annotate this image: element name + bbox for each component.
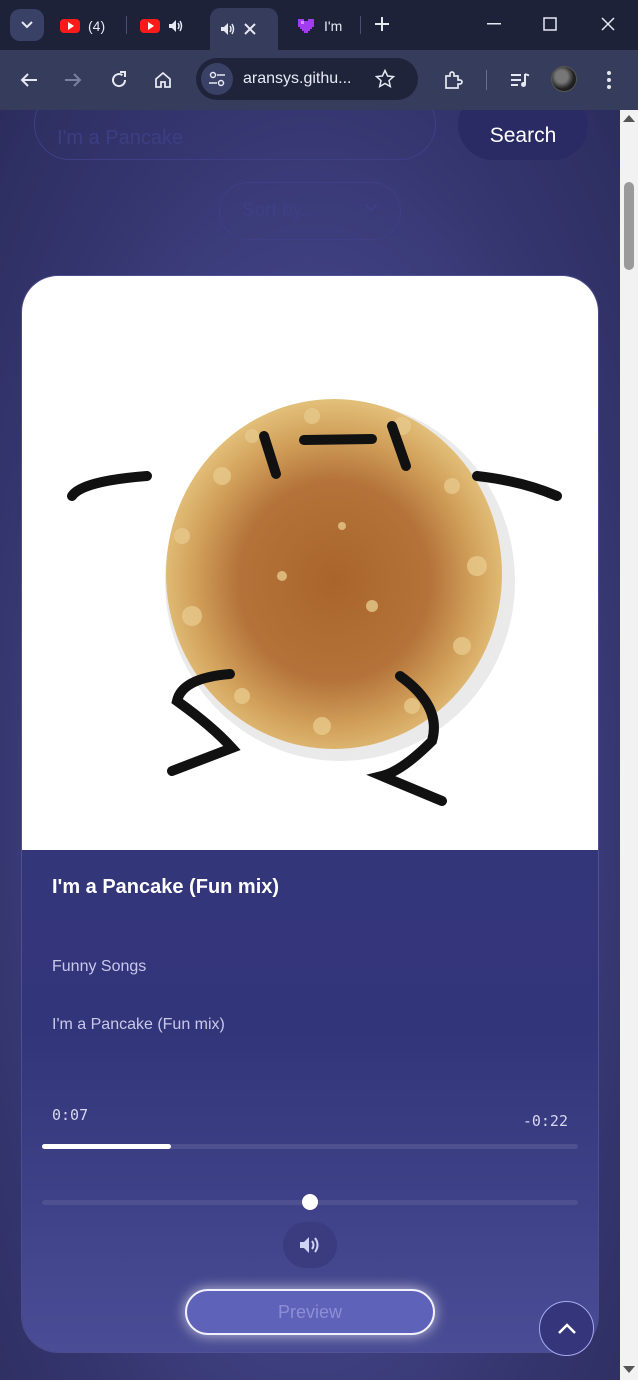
pancake-character-image bbox=[67, 399, 562, 806]
star-icon[interactable] bbox=[375, 69, 395, 89]
maximize-button[interactable] bbox=[538, 12, 562, 36]
chevron-down-icon bbox=[364, 203, 378, 212]
sort-select[interactable]: Sort by... bbox=[219, 182, 401, 240]
reload-icon bbox=[112, 71, 127, 88]
profile-avatar[interactable] bbox=[551, 66, 577, 92]
scroll-down-arrow-icon[interactable] bbox=[623, 1366, 635, 1373]
url-text: aransys.githu... bbox=[243, 70, 352, 87]
playlist-icon bbox=[511, 73, 530, 87]
search-input[interactable] bbox=[34, 110, 436, 160]
mute-button[interactable] bbox=[283, 1222, 337, 1268]
chevron-down-icon bbox=[21, 21, 33, 29]
home-icon bbox=[155, 71, 171, 88]
sort-label: Sort by... bbox=[242, 200, 317, 221]
tab-youtube-1[interactable]: (4) bbox=[60, 8, 105, 44]
back-button[interactable] bbox=[14, 65, 44, 95]
more-vertical-icon bbox=[607, 71, 611, 89]
tab-label: I'm bbox=[324, 18, 343, 34]
progress-bar[interactable] bbox=[42, 1144, 578, 1149]
scroll-up-arrow-icon[interactable] bbox=[623, 115, 635, 122]
volume-slider[interactable] bbox=[42, 1194, 578, 1210]
speaker-icon bbox=[169, 20, 183, 32]
back-to-top-button[interactable] bbox=[539, 1301, 594, 1356]
tab-separator bbox=[360, 16, 361, 34]
chevron-up-icon bbox=[557, 1322, 576, 1334]
progress-fill bbox=[42, 1144, 171, 1149]
speaker-icon bbox=[221, 23, 235, 35]
minimize-icon bbox=[487, 23, 501, 25]
song-title: I'm a Pancake (Fun mix) bbox=[52, 876, 280, 898]
plus-icon bbox=[375, 17, 389, 31]
site-info-button[interactable] bbox=[201, 63, 233, 95]
home-button[interactable] bbox=[148, 65, 178, 95]
tab-label: (4) bbox=[88, 18, 106, 34]
reload-button[interactable] bbox=[104, 65, 134, 95]
volume-icon bbox=[300, 1237, 319, 1253]
tab-search-button[interactable] bbox=[10, 9, 44, 41]
song-card: I'm a Pancake (Fun mix) Funny Songs I'm … bbox=[22, 276, 598, 1352]
puzzle-icon bbox=[445, 71, 463, 89]
tab-active[interactable] bbox=[210, 8, 278, 50]
pixel-heart-icon bbox=[298, 19, 314, 33]
menu-button[interactable] bbox=[594, 65, 624, 95]
close-icon bbox=[601, 17, 615, 31]
time-remaining: -0:22 bbox=[522, 1112, 568, 1130]
extensions-button[interactable] bbox=[438, 65, 468, 95]
volume-knob[interactable] bbox=[302, 1194, 318, 1210]
youtube-icon bbox=[60, 19, 80, 33]
close-icon[interactable] bbox=[244, 23, 256, 35]
tab-pancake[interactable]: I'm bbox=[296, 8, 342, 44]
song-genre: Funny Songs bbox=[52, 958, 147, 975]
song-subtitle: I'm a Pancake (Fun mix) bbox=[52, 1016, 225, 1033]
tab-separator bbox=[126, 16, 127, 34]
preview-button[interactable]: Preview bbox=[185, 1289, 435, 1335]
browser-toolbar: aransys.githu... bbox=[0, 50, 638, 110]
maximize-icon bbox=[543, 17, 557, 31]
tune-icon bbox=[209, 71, 225, 87]
arrow-left-icon bbox=[20, 73, 37, 87]
minimize-button[interactable] bbox=[482, 12, 506, 36]
browser-chrome: (4) I'm aransys.githu... bbox=[0, 0, 638, 110]
page-viewport: Search Sort by... bbox=[0, 110, 620, 1380]
media-controls-button[interactable] bbox=[505, 65, 535, 95]
toolbar-separator bbox=[486, 70, 487, 90]
search-button[interactable]: Search bbox=[458, 110, 588, 160]
address-bar[interactable]: aransys.githu... bbox=[196, 58, 418, 100]
tab-strip: (4) I'm bbox=[0, 0, 638, 50]
time-current: 0:07 bbox=[52, 1106, 89, 1124]
close-window-button[interactable] bbox=[596, 12, 620, 36]
arrow-right-icon bbox=[65, 73, 82, 87]
forward-button[interactable] bbox=[58, 65, 88, 95]
page-scrollbar[interactable] bbox=[620, 110, 638, 1380]
tab-youtube-2[interactable] bbox=[140, 8, 184, 44]
new-tab-button[interactable] bbox=[370, 12, 394, 36]
album-art bbox=[22, 276, 598, 850]
scroll-thumb[interactable] bbox=[624, 182, 634, 270]
youtube-icon bbox=[140, 19, 160, 33]
